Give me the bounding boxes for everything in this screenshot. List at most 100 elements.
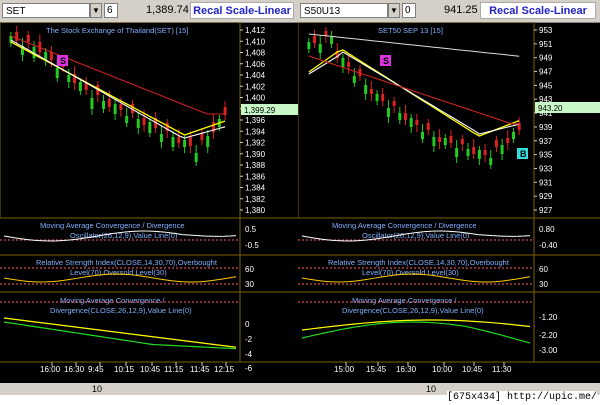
candle-body	[466, 149, 470, 156]
price-tick-label: 929	[539, 192, 553, 201]
ma-white-line	[10, 39, 226, 139]
candle-body	[318, 44, 322, 53]
candle-body	[90, 98, 94, 109]
candle-body	[364, 85, 368, 94]
price-tick-label: 1,390	[245, 150, 266, 159]
candle-body	[352, 76, 356, 83]
macd-title-2: Divergence(CLOSE,26,12,9),Value Line(0)	[50, 306, 192, 315]
status-value: 10	[426, 384, 437, 394]
chart-canvas-left: 1,4121,4101,4081,4061,4041,4021,4001,398…	[0, 22, 298, 374]
macd-tick: -2	[245, 335, 253, 344]
candle-body	[206, 136, 210, 147]
rsi-tick: 60	[245, 265, 254, 274]
ma-upper-line	[308, 33, 520, 57]
status-bar-left: 10	[0, 383, 298, 395]
watermark-caption: [675x434] http://upic.me/	[446, 391, 597, 405]
price-tick-label: 1,382	[245, 195, 266, 204]
candle-body	[119, 104, 123, 110]
price-tick-label: 953	[539, 26, 553, 35]
candle-body	[449, 136, 453, 143]
time-tick-label: 15:00	[334, 365, 355, 374]
candle-body	[409, 118, 413, 127]
ma-red-line	[308, 55, 520, 125]
time-tick-label: 16:30	[64, 365, 85, 374]
macd-osc-title-1: Moving Average Convergence / Divergence	[40, 221, 185, 230]
macd-signal-line	[3, 317, 237, 348]
macd-title-1: Moving Average Convergence /	[60, 296, 165, 305]
macd-tick: -3.00	[539, 346, 558, 355]
current-price-label: 1,399.29	[244, 106, 276, 115]
symbol-dropdown-arrow-icon[interactable]: ▼	[388, 3, 400, 18]
price-tick-label: 1,380	[245, 206, 266, 215]
price-tick-label: 1,400	[245, 94, 266, 103]
price-tick-label: 1,402	[245, 82, 266, 91]
recal-scale-button[interactable]: Recal Scale-Linear	[480, 2, 596, 19]
candle-body	[421, 132, 425, 139]
time-tick-label: 15:45	[366, 365, 387, 374]
candle-body	[460, 139, 464, 144]
rsi-tick: 30	[245, 280, 254, 289]
price-tick-label: 937	[539, 137, 553, 146]
symbol-dropdown-arrow-icon[interactable]: ▼	[90, 3, 102, 18]
ma-yellow-line	[10, 41, 226, 136]
candle-body	[171, 137, 175, 147]
period-field[interactable]: 6	[104, 3, 118, 18]
candle-body	[500, 145, 504, 154]
candle-body	[330, 37, 334, 44]
candle-body	[477, 150, 481, 159]
candle-body	[194, 153, 198, 162]
signal-label: S	[383, 56, 389, 66]
candle-body	[183, 140, 187, 147]
candle-body	[136, 119, 140, 128]
macd-osc-tick: -0.40	[539, 241, 558, 250]
price-tick-label: 947	[539, 68, 553, 77]
time-tick-label: 10:45	[462, 365, 483, 374]
candle-body	[26, 35, 30, 42]
candle-body	[341, 58, 345, 67]
price-tick-label: 1,412	[245, 26, 266, 35]
candle-body	[455, 148, 459, 157]
candle-body	[78, 82, 82, 91]
candle-body	[55, 68, 59, 78]
candle-body	[375, 94, 379, 101]
macd-osc-tick: 0.80	[539, 225, 555, 234]
rsi-tick: 60	[539, 265, 548, 274]
ma-yellow-line	[308, 49, 520, 137]
candle-body	[347, 62, 351, 67]
recal-scale-button[interactable]: Recal Scale-Linear	[190, 2, 294, 19]
candle-body	[443, 138, 447, 145]
macd-tick: -4	[245, 350, 253, 359]
price-tick-label: 949	[539, 54, 553, 63]
price-tick-label: 951	[539, 40, 553, 49]
candle-body	[188, 137, 192, 146]
chart-panel-left: SET ▼ 6 1,389.74 Recal Scale-Linear 1,41…	[0, 0, 299, 395]
candle-body	[483, 150, 487, 155]
candle-body	[49, 52, 53, 60]
chart-canvas-right: 9539519499479459439419399379359339319299…	[298, 22, 600, 374]
candle-body	[142, 118, 146, 125]
symbol-input[interactable]: S50U13	[300, 3, 388, 18]
macd-osc-tick: -0.5	[245, 241, 259, 250]
last-price: 1,389.74	[146, 4, 189, 16]
price-tick-label: 1,384	[245, 184, 266, 193]
candle-body	[415, 120, 419, 125]
candle-body	[313, 36, 317, 43]
price-tick-label: 927	[539, 206, 553, 215]
period-field[interactable]: 0	[402, 3, 416, 18]
symbol-input[interactable]: SET	[2, 3, 90, 18]
candle-body	[511, 132, 515, 139]
macd-line	[301, 321, 531, 344]
price-tick-label: 1,386	[245, 172, 266, 181]
chart-panel-right: S50U13 ▼ 0 941.25 Recal Scale-Linear 953…	[298, 0, 600, 395]
candle-body	[102, 101, 106, 109]
price-tick-label: 1,388	[245, 161, 266, 170]
candle-body	[307, 42, 311, 49]
macd-osc-tick: 0.5	[245, 225, 257, 234]
price-tick-label: 939	[539, 123, 553, 132]
price-tick-label: 1,408	[245, 49, 266, 58]
chart-title: The Stock Exchange of Thailand(SET) [15]	[46, 26, 188, 35]
ma-white-line	[308, 51, 520, 135]
candle-body	[426, 123, 430, 130]
macd-line	[3, 321, 237, 350]
candle-body	[15, 32, 19, 41]
